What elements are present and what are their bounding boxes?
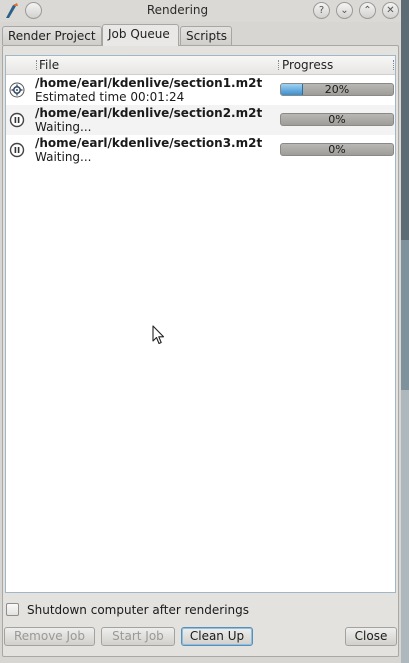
job-progress-bar: 20% [280,83,394,96]
mouse-cursor-icon [152,325,165,345]
job-progress-bar: 0% [280,113,394,126]
tab-label: Render Project [8,29,96,43]
render-icon [9,82,25,98]
tab-job-queue[interactable]: Job Queue [102,24,179,46]
job-row[interactable]: /home/earl/kdenlive/section2.m2t Waiting… [6,105,395,135]
job-queue-list[interactable]: File Progress /home/earl/kdenlive/sectio… [5,55,396,593]
job-row[interactable]: /home/earl/kdenlive/section1.m2t Estimat… [6,75,395,105]
job-status: Waiting... [35,120,92,134]
job-progress-label: 0% [328,113,346,126]
help-button[interactable]: ? [313,2,330,19]
job-progress-bar: 0% [280,143,394,156]
window-title: Rendering [146,3,209,17]
column-separator[interactable] [278,60,280,70]
job-progress-label: 0% [328,143,346,156]
shutdown-checkbox-label[interactable]: Shutdown computer after renderings [27,603,249,617]
remove-job-button[interactable]: Remove Job [4,627,95,646]
minimize-button[interactable]: ⌄ [336,2,353,19]
tab-scripts[interactable]: Scripts [180,26,232,45]
close-button[interactable]: Close [345,627,397,646]
tab-label: Scripts [186,29,228,43]
pause-icon [9,112,25,128]
maximize-button[interactable]: ⌃ [359,2,376,19]
job-file-path: /home/earl/kdenlive/section1.m2t [35,76,263,90]
rendering-window: Rendering ? ⌄ ⌃ ✕ Render Project Job Que… [0,0,401,663]
shutdown-checkbox[interactable] [6,603,19,616]
title-bar[interactable]: Rendering ? ⌄ ⌃ ✕ [0,0,401,22]
job-status: Waiting... [35,150,92,164]
clean-up-button[interactable]: Clean Up [181,627,253,646]
column-header-progress[interactable]: Progress [282,58,333,72]
job-status: Estimated time 00:01:24 [35,90,185,104]
list-header: File Progress [6,56,395,75]
column-separator[interactable] [36,60,38,70]
pause-icon [9,142,25,158]
tab-render-project[interactable]: Render Project [2,26,102,45]
job-file-path: /home/earl/kdenlive/section3.m2t [35,136,263,150]
column-header-file[interactable]: File [39,58,59,72]
job-row[interactable]: /home/earl/kdenlive/section3.m2t Waiting… [6,135,395,165]
job-progress-label: 20% [324,83,350,96]
start-job-button[interactable]: Start Job [101,627,175,646]
job-file-path: /home/earl/kdenlive/section2.m2t [35,106,263,120]
column-separator[interactable] [393,60,395,70]
close-window-button[interactable]: ✕ [382,2,399,19]
background-window-edge [401,0,409,663]
tab-label: Job Queue [108,27,170,41]
